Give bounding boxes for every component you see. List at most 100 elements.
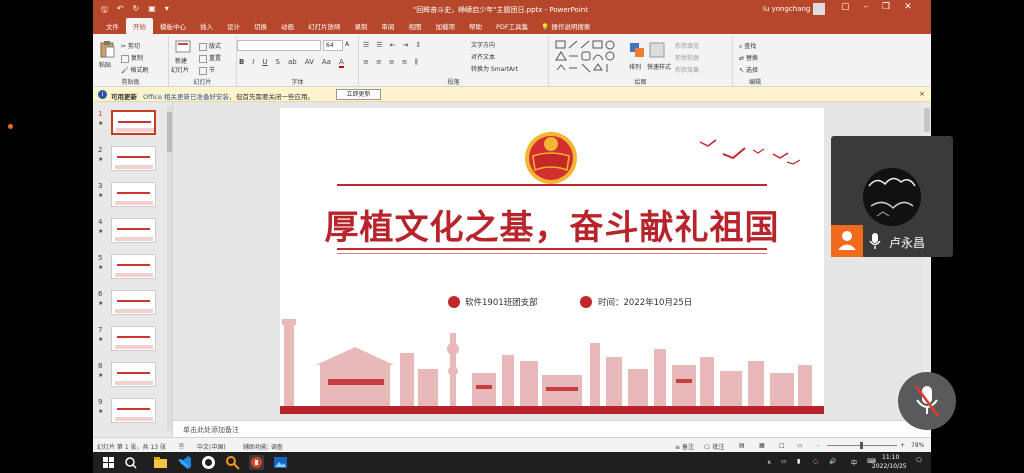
- tab-9[interactable]: 审阅: [375, 21, 402, 34]
- thumbnail-image[interactable]: [111, 218, 156, 243]
- photos-icon[interactable]: [273, 455, 288, 470]
- user-name[interactable]: lu yongchang: [763, 5, 810, 13]
- start-slideshow-icon[interactable]: ▣: [148, 4, 156, 18]
- quick-styles-button[interactable]: 快速样式: [647, 62, 671, 71]
- tab-10[interactable]: 视图: [402, 21, 429, 34]
- align-text-button[interactable]: 对齐文本: [471, 52, 495, 61]
- slide-thumbnail-4[interactable]: 4 ★: [93, 216, 173, 250]
- replace-button[interactable]: ⇄ 替换: [739, 53, 758, 62]
- shapes-gallery[interactable]: [555, 40, 621, 74]
- thumbnail-image[interactable]: [111, 326, 156, 351]
- tab-11[interactable]: 加载项: [429, 21, 463, 34]
- comments-toggle[interactable]: 🗨 批注: [703, 442, 725, 451]
- tab-8[interactable]: 录制: [348, 21, 375, 34]
- language-status[interactable]: 中文(中国): [197, 442, 226, 451]
- notes-toggle[interactable]: ≡ 备注: [675, 442, 694, 451]
- network-icon[interactable]: ▭: [781, 458, 787, 465]
- underline-icon[interactable]: U: [262, 58, 267, 68]
- tab-0[interactable]: 文件: [99, 21, 126, 34]
- tab-3[interactable]: 插入: [193, 21, 220, 34]
- app-orange-icon[interactable]: [225, 455, 240, 470]
- tab-1[interactable]: 开始: [126, 18, 153, 34]
- thumbnail-image[interactable]: [111, 182, 156, 207]
- slide-thumbnail-2[interactable]: 2 ★: [93, 144, 173, 178]
- change-case-icon[interactable]: Aa: [322, 58, 331, 68]
- increase-indent-icon[interactable]: ⇥: [402, 41, 408, 49]
- align-center-icon[interactable]: ≡: [376, 58, 382, 67]
- tray-overflow-icon[interactable]: ∧: [767, 459, 771, 466]
- tab-5[interactable]: 切换: [247, 21, 274, 34]
- organizer-text[interactable]: 软件1901班团支部: [465, 296, 538, 308]
- grow-font-icon[interactable]: A: [345, 41, 349, 48]
- spellcheck-icon[interactable]: 🗎: [179, 442, 184, 452]
- volume-icon[interactable]: 🔊: [829, 458, 836, 465]
- strikethrough-icon[interactable]: ab: [288, 58, 297, 68]
- slide-thumbnail-6[interactable]: 6 ★: [93, 288, 173, 322]
- bold-icon[interactable]: B: [239, 58, 244, 68]
- font-size-input[interactable]: 64: [323, 40, 343, 51]
- slideshow-view-icon[interactable]: ▭: [797, 442, 803, 449]
- slide-title[interactable]: 厚植文化之基，奋斗献礼祖国: [280, 200, 824, 249]
- paste-icon[interactable]: [99, 40, 115, 58]
- slide-scroll-thumb[interactable]: [924, 108, 930, 132]
- zoom-level[interactable]: 78%: [911, 442, 924, 449]
- powerpoint-taskbar-icon[interactable]: [249, 455, 264, 470]
- new-slide-icon[interactable]: [175, 40, 191, 54]
- clock-time[interactable]: 11:10: [882, 454, 899, 461]
- columns-icon[interactable]: ⫼: [415, 58, 418, 67]
- tab-12[interactable]: 帮助: [462, 21, 489, 34]
- shape-outline-button[interactable]: 形状轮廓: [675, 53, 699, 62]
- date-text[interactable]: 时间：2022年10月25日: [598, 296, 692, 308]
- align-right-icon[interactable]: ≡: [389, 58, 395, 67]
- customize-toolbar-icon[interactable]: ▾: [165, 4, 169, 18]
- layout-button[interactable]: 版式: [199, 41, 221, 51]
- new-slide-label-2[interactable]: 幻灯片: [171, 65, 189, 74]
- section-button[interactable]: 节: [199, 65, 215, 75]
- reset-button[interactable]: 重置: [199, 53, 221, 63]
- thumbnail-image[interactable]: [111, 110, 156, 135]
- thumbnail-image[interactable]: [111, 290, 156, 315]
- current-slide[interactable]: 厚植文化之基，奋斗献礼祖国 软件1901班团支部 时间：2022年10月25日: [280, 108, 824, 414]
- notes-pane[interactable]: 单击此处添加备注: [173, 420, 931, 437]
- font-color-icon[interactable]: A: [338, 58, 344, 68]
- shadow-icon[interactable]: S: [276, 58, 280, 68]
- tab-2[interactable]: 模板中心: [153, 21, 193, 34]
- save-icon[interactable]: 🖫: [101, 4, 108, 18]
- line-spacing-icon[interactable]: ↕: [415, 41, 421, 49]
- tab-6[interactable]: 动画: [274, 21, 301, 34]
- cut-button[interactable]: ✂ 剪切: [121, 41, 140, 50]
- ime-indicator[interactable]: 中: [851, 458, 857, 467]
- align-left-icon[interactable]: ≡: [363, 58, 369, 67]
- tell-me-search[interactable]: 💡 操作说明搜索: [535, 21, 596, 34]
- undo-icon[interactable]: ↶: [117, 4, 124, 18]
- slide-sorter-icon[interactable]: ▦: [759, 442, 765, 449]
- wifi-icon[interactable]: ◌: [813, 458, 818, 465]
- accessibility-status[interactable]: 辅助功能: 调查: [243, 442, 283, 451]
- zoom-slider-knob[interactable]: [860, 442, 863, 449]
- justify-icon[interactable]: ≡: [402, 58, 408, 67]
- paste-button[interactable]: 粘贴: [99, 60, 111, 69]
- slide-thumbnail-1[interactable]: 1 ★: [93, 108, 173, 142]
- slide-thumbnail-3[interactable]: 3 ★: [93, 180, 173, 214]
- tab-13[interactable]: PDF工具集: [489, 21, 535, 34]
- slide-thumbnail-8[interactable]: 8 ★: [93, 360, 173, 394]
- file-explorer-icon[interactable]: [153, 455, 168, 470]
- windows-start-icon[interactable]: [101, 455, 116, 470]
- shape-effects-button[interactable]: 形状效果: [675, 65, 699, 74]
- restore-icon[interactable]: ❐: [882, 2, 890, 12]
- ribbon-display-icon[interactable]: ▢: [841, 2, 850, 12]
- thumbnail-image[interactable]: [111, 254, 156, 279]
- search-icon[interactable]: [123, 455, 138, 470]
- github-icon[interactable]: [201, 455, 216, 470]
- notifications-icon[interactable]: 🗨: [915, 457, 923, 464]
- close-icon[interactable]: ✕: [904, 2, 912, 12]
- battery-icon[interactable]: ▮: [797, 458, 800, 465]
- decrease-indent-icon[interactable]: ⇤: [390, 41, 396, 49]
- smartart-button[interactable]: 转换为 SmartArt: [471, 64, 518, 73]
- redo-icon[interactable]: ↻: [133, 4, 140, 18]
- zoom-in-button[interactable]: +: [900, 442, 905, 449]
- zoom-out-button[interactable]: -: [817, 442, 819, 449]
- arrange-icon[interactable]: [629, 42, 645, 58]
- thumbnail-image[interactable]: [111, 398, 156, 423]
- slide-thumbnail-9[interactable]: 9 ★: [93, 396, 173, 430]
